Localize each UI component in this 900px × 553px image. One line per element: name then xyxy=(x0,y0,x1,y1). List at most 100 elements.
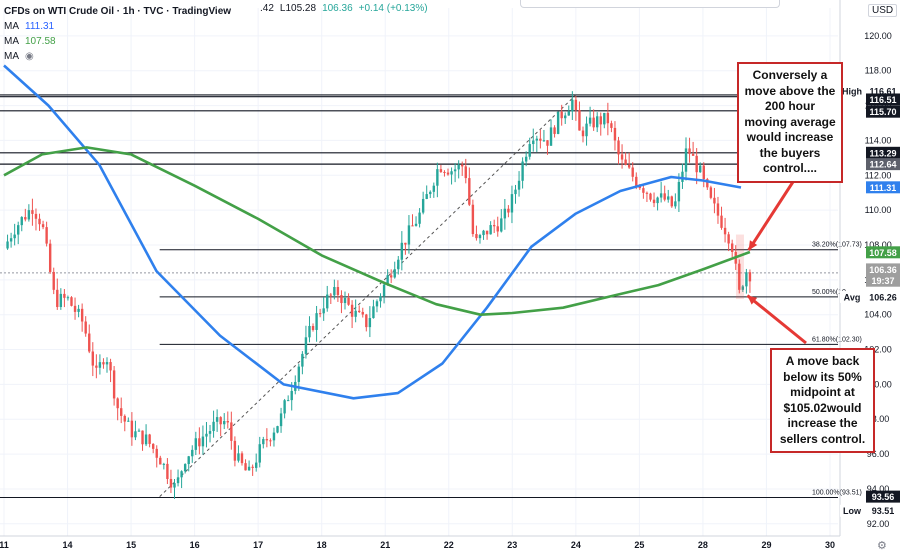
candle-body xyxy=(496,226,499,232)
candle-body xyxy=(308,325,311,338)
candle-body xyxy=(709,187,713,198)
x-tick-label: 30 xyxy=(825,540,835,550)
candle-body xyxy=(489,225,492,235)
candle-body xyxy=(539,138,542,141)
candle-body xyxy=(471,204,475,235)
candle-body xyxy=(432,185,436,192)
candle-body xyxy=(723,227,727,235)
candle-body xyxy=(148,434,151,444)
candle-body xyxy=(596,116,599,128)
candle-body xyxy=(347,298,350,305)
y-tick-label: 92.00 xyxy=(867,519,890,529)
x-tick-label: 28 xyxy=(698,540,708,550)
ma3-label: MA xyxy=(4,51,19,62)
candle-body xyxy=(524,156,528,162)
candle-body xyxy=(699,165,702,173)
candle-body xyxy=(695,155,698,173)
candle-body xyxy=(475,234,478,239)
candle-body xyxy=(318,313,322,315)
eye-icon[interactable]: ◉ xyxy=(25,49,34,64)
candle-body xyxy=(13,234,16,239)
candle-body xyxy=(169,478,173,488)
ma-200-line xyxy=(3,146,751,316)
candle-body xyxy=(365,314,368,328)
settings-gear-icon[interactable]: ⚙ xyxy=(877,539,887,552)
fib-label: 61.80%(102.30) xyxy=(812,336,862,343)
candle-body xyxy=(421,198,425,213)
candle-body xyxy=(677,181,681,202)
candle-body xyxy=(56,289,59,308)
sellers-arrow xyxy=(746,294,807,345)
y-tick-label: 120.00 xyxy=(864,31,892,41)
candle-body xyxy=(382,284,386,297)
candle-body xyxy=(272,432,276,441)
candle-body xyxy=(691,153,695,156)
candle-body xyxy=(105,362,109,365)
candle-body xyxy=(375,301,379,307)
candle-body xyxy=(642,188,645,193)
candle-body xyxy=(532,140,535,145)
candle-body xyxy=(304,337,308,354)
candle-body xyxy=(503,208,507,219)
candle-body xyxy=(31,210,34,214)
candle-body xyxy=(564,115,567,119)
candle-body xyxy=(208,431,212,434)
candle-body xyxy=(528,144,531,157)
candle-body xyxy=(215,417,219,422)
time-axis[interactable]: 11 14 15 16 17 18 21 22 23 24 25 28 29 30 xyxy=(0,535,840,550)
y-tick-label: 118.00 xyxy=(865,66,892,76)
candle-body xyxy=(254,462,258,468)
symbol-title[interactable]: CFDs on WTI Crude Oil · 1h · TVC · Tradi… xyxy=(4,4,231,19)
ohlc-readout: .42 L105.28 106.36 +0.14 (+0.13%) xyxy=(260,0,428,17)
price-label: 113.29 xyxy=(869,148,896,158)
trend-line-segment xyxy=(159,94,577,497)
candle-body xyxy=(574,99,578,111)
trend-line[interactable] xyxy=(159,94,577,497)
candle-body xyxy=(247,466,251,471)
y-tick-label: 104.00 xyxy=(864,310,892,320)
candle-body xyxy=(482,230,485,236)
candle-body xyxy=(283,400,286,414)
candle-body xyxy=(592,117,595,128)
candle-body xyxy=(645,192,649,194)
candle-body xyxy=(663,193,666,200)
candle-body xyxy=(279,413,283,427)
candle-body xyxy=(91,351,95,366)
price-axis[interactable]: 120.00118.00116.00114.00112.00110.00108.… xyxy=(839,0,900,536)
candle-body xyxy=(745,272,748,287)
candle-body xyxy=(450,171,453,175)
candle-body xyxy=(606,112,610,124)
candle-body xyxy=(464,166,467,179)
candle-body xyxy=(212,421,215,432)
candle-body xyxy=(397,259,400,270)
candle-body xyxy=(48,243,52,272)
fib-label: 38.20%(107.73) xyxy=(812,242,862,249)
candle-body xyxy=(98,362,102,368)
candle-body xyxy=(52,271,55,290)
candle-body xyxy=(258,444,261,463)
low-value: L105.28 xyxy=(279,3,317,14)
candle-body xyxy=(549,127,553,146)
currency-selector[interactable]: USD xyxy=(868,4,898,17)
candle-body xyxy=(333,287,336,296)
candle-body xyxy=(617,140,620,155)
x-tick-label: 24 xyxy=(571,540,581,550)
candle-body xyxy=(379,296,382,302)
candle-body xyxy=(599,116,602,125)
candle-body xyxy=(201,436,205,447)
drawing-toolbar[interactable] xyxy=(520,0,780,8)
fib-label: 100.00%(93.51) xyxy=(812,489,862,496)
sellers-control-note: A move back below its 50% midpoint at $1… xyxy=(770,348,875,453)
candle-body xyxy=(500,218,503,232)
candle-body xyxy=(485,230,489,235)
candle-body xyxy=(681,171,684,182)
candle-body xyxy=(191,449,194,457)
candle-body xyxy=(649,193,652,200)
candle-body xyxy=(329,294,332,296)
candle-body xyxy=(77,308,80,312)
candle-body xyxy=(102,362,105,365)
candle-body xyxy=(24,217,27,220)
candle-body xyxy=(521,161,524,181)
candle-body xyxy=(73,305,77,312)
candle-body xyxy=(144,434,148,445)
